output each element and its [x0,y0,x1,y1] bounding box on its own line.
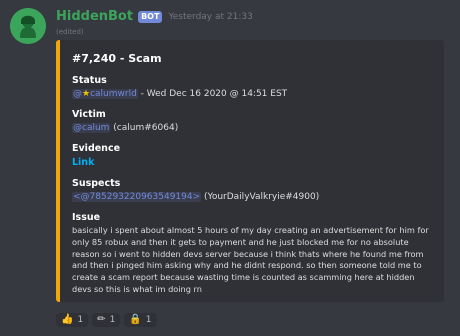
field-evidence-value: Link [72,156,434,170]
lock-icon: 🔒 [129,314,142,325]
victim-tag: (calum#6064) [110,123,179,133]
star-icon: ★ [82,89,91,99]
field-victim: Victim @calum (calum#6064) [72,109,434,135]
reaction-count: 1 [77,315,84,325]
reaction-pencil[interactable]: ✏ 1 [92,313,121,327]
field-evidence-label: Evidence [72,143,121,154]
bot-badge: BOT [138,10,163,23]
status-mention-name: calumwrld [90,89,137,99]
field-status-label: Status [72,75,107,86]
suspect-tag: (YourDailyValkryie#4900) [201,192,320,202]
avatar[interactable] [10,8,46,44]
field-status: Status @★calumwrld - Wed Dec 16 2020 @ 1… [72,75,434,101]
status-mention[interactable]: @★calumwrld [72,89,138,99]
reaction-thumbs-up[interactable]: 👍 1 [56,313,89,327]
reaction-count: 1 [109,315,116,325]
field-victim-value: @calum (calum#6064) [72,122,434,135]
mention-at: @ [73,89,82,99]
evidence-link[interactable]: Link [72,157,94,168]
victim-mention[interactable]: @calum [72,123,111,133]
field-evidence: Evidence Link [72,143,434,170]
embed: #7,240 - Scam Status @★calumwrld - Wed D… [56,40,444,302]
reaction-count: 1 [145,315,152,325]
bot-avatar-icon [10,8,46,44]
status-date: - Wed Dec 16 2020 @ 14:51 EST [137,89,288,99]
field-suspects: Suspects <@785293220963549194> (YourDail… [72,178,434,204]
message-header: HiddenBot BOT Yesterday at 21:33 [56,9,253,24]
reaction-lock[interactable]: 🔒 1 [124,313,157,327]
thumbs-up-icon: 👍 [61,314,74,325]
username[interactable]: HiddenBot [56,9,133,24]
reactions-bar: 👍 1 ✏ 1 🔒 1 [56,313,157,327]
field-status-value: @★calumwrld - Wed Dec 16 2020 @ 14:51 ES… [72,88,434,101]
field-suspects-value: <@785293220963549194> (YourDailyValkryie… [72,191,434,204]
field-issue: Issue basically i spent about almost 5 h… [72,212,434,296]
field-suspects-label: Suspects [72,178,121,189]
timestamp: Yesterday at 21:33 [168,11,253,22]
pencil-icon: ✏ [97,314,106,325]
edited-label: (edited) [56,28,84,36]
issue-text: basically i spent about almost 5 hours o… [72,225,429,294]
embed-title: #7,240 - Scam [72,52,162,65]
field-issue-label: Issue [72,212,101,223]
suspect-mention[interactable]: <@785293220963549194> [72,192,202,202]
field-victim-label: Victim [72,109,106,120]
